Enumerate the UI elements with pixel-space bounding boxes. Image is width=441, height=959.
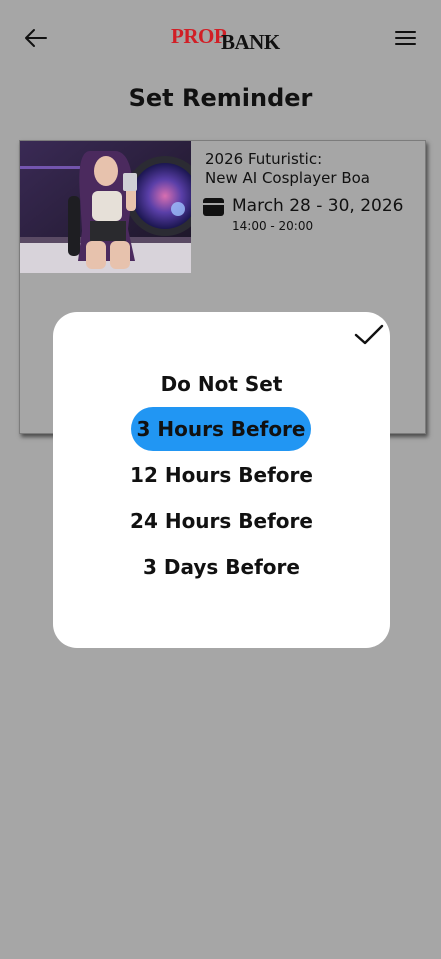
app-header: PROP BANK [0,0,441,78]
option-3-hours-before[interactable]: 3 Hours Before [131,407,311,451]
calendar-icon [203,198,224,216]
back-button[interactable] [22,24,50,52]
confirm-button[interactable] [353,322,385,348]
event-title-line-1: 2026 Futuristic: [205,150,323,168]
option-12-hours-before[interactable]: 12 Hours Before [53,453,390,497]
event-date: March 28 - 30, 2026 [232,196,404,216]
hamburger-menu-icon [395,31,416,45]
checkmark-icon [354,324,384,345]
propbank-logo[interactable]: PROP BANK [171,24,281,54]
logo-prop-text: PROP [171,24,227,48]
option-24-hours-before[interactable]: 24 Hours Before [53,499,390,543]
event-time: 14:00 - 20:00 [232,219,314,233]
option-do-not-set[interactable]: Do Not Set [53,362,390,406]
event-title-line-2: New AI Cosplayer Boa [205,169,370,187]
option-3-days-before[interactable]: 3 Days Before [53,545,390,589]
page-title: Set Reminder [128,84,313,112]
event-thumbnail [20,141,191,273]
menu-button[interactable] [393,26,419,50]
logo-bank-text: BANK [221,30,280,54]
reminder-picker-modal: Do Not Set 3 Hours Before 12 Hours Befor… [53,312,390,648]
arrow-left-icon [25,29,47,47]
event-title: 2026 Futuristic: New AI Cosplayer Boa [205,150,420,188]
